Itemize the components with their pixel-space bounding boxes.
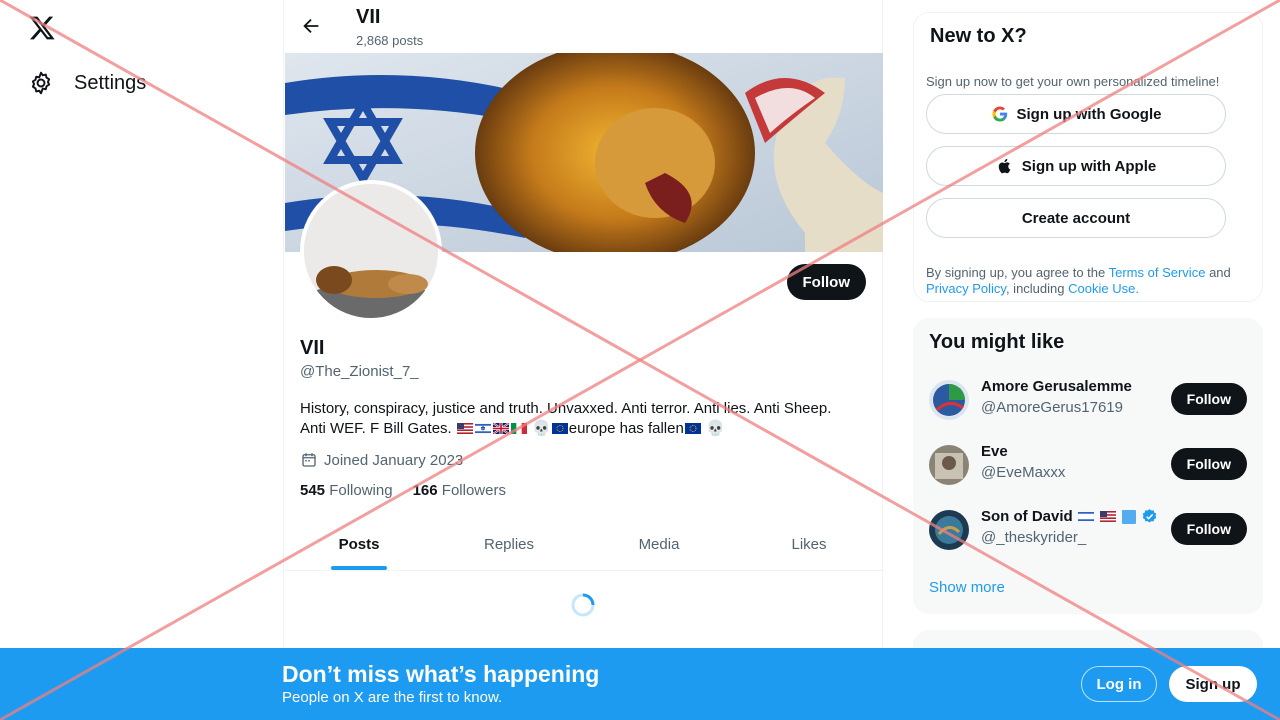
- profile-handle: @The_Zionist_7_: [300, 363, 419, 380]
- signup-legal-text: By signing up, you agree to the Terms of…: [926, 265, 1248, 297]
- user-handle: @EveMaxxx: [981, 464, 1066, 481]
- gear-icon: [31, 71, 51, 95]
- new-to-x-card: New to X? Sign up now to get your own pe…: [913, 12, 1263, 302]
- us-flag-icon: [1099, 511, 1116, 522]
- blue-square-icon: [1121, 509, 1136, 524]
- verified-badge-icon: [1142, 509, 1156, 523]
- loading-spinner-icon: [571, 593, 595, 617]
- suggested-user-row[interactable]: Amore Gerusalemme @AmoreGerus17619 Follo…: [929, 375, 1247, 425]
- us-flag-icon: [456, 423, 473, 434]
- bottom-bar-headline: Don’t miss what’s happening: [282, 661, 600, 687]
- cookie-link[interactable]: Cookie Use.: [1068, 281, 1139, 296]
- signup-google-button[interactable]: Sign up with Google: [926, 94, 1226, 134]
- user-name: Eve: [981, 443, 1008, 460]
- profile-display-name: VII: [300, 337, 325, 359]
- header-profile-name: VII: [356, 6, 381, 28]
- tab-replies[interactable]: Replies: [434, 518, 584, 570]
- avatar-image: [304, 184, 438, 318]
- followers-count: 166: [412, 482, 438, 499]
- google-icon: [991, 106, 1007, 122]
- bottom-bar-subline: People on X are the first to know.: [282, 689, 503, 706]
- joined-date: Joined January 2023: [300, 451, 463, 469]
- legal-including: , including: [1005, 281, 1065, 296]
- joined-text: Joined January 2023: [324, 451, 464, 469]
- settings-label: Settings: [74, 71, 147, 94]
- user-avatar: [929, 445, 969, 485]
- create-account-label: Create account: [1021, 209, 1131, 227]
- apple-label: Sign up with Apple: [1021, 157, 1157, 175]
- privacy-link[interactable]: Privacy Policy: [926, 281, 1006, 296]
- eu-flag-icon: [551, 423, 568, 434]
- user-avatar: [929, 510, 969, 550]
- terms-link[interactable]: Terms of Service: [1109, 265, 1206, 280]
- settings-nav-item[interactable]: Settings: [28, 66, 146, 100]
- eu-flag-icon: [684, 423, 701, 434]
- israel-flag-icon: [474, 423, 491, 434]
- back-arrow-icon[interactable]: [300, 15, 322, 37]
- profile-topbar: VII 2,868 posts: [284, 0, 884, 53]
- user-handle: @_theskyrider_: [981, 529, 1087, 546]
- followers-label: Followers: [441, 482, 506, 499]
- bio-line-2-start: Anti WEF. F Bill Gates.: [300, 420, 452, 437]
- you-might-like-card: You might like Amore Gerusalemme @AmoreG…: [913, 318, 1263, 614]
- follow-user-button[interactable]: Follow: [1170, 383, 1247, 415]
- calendar-icon: [302, 453, 316, 467]
- show-more-link[interactable]: Show more: [929, 579, 1005, 596]
- apple-icon: [998, 158, 1011, 174]
- user-name: Son of David: [981, 508, 1073, 525]
- user-name-with-badges: Son of David: [981, 508, 1158, 525]
- new-to-x-subtitle: Sign up now to get your own personalized…: [926, 74, 1220, 89]
- profile-bio: History, conspiracy, justice and truth. …: [300, 399, 870, 439]
- profile-column: VII 2,868 posts Follow VII @The_Zionist_…: [283, 0, 884, 720]
- user-avatar: [929, 380, 969, 420]
- x-logo-icon[interactable]: [28, 14, 56, 42]
- uk-flag-icon: [492, 423, 509, 434]
- google-label: Sign up with Google: [1016, 105, 1162, 123]
- you-might-like-title: You might like: [929, 331, 1065, 353]
- following-link[interactable]: 545 Following: [300, 482, 393, 499]
- bio-line-2-end: europe has fallen: [568, 420, 684, 437]
- signup-button[interactable]: Sign up: [1169, 666, 1257, 702]
- legal-and: and: [1209, 265, 1231, 280]
- signup-bottom-bar: Don’t miss what’s happening People on X …: [0, 648, 1280, 720]
- user-handle: @AmoreGerus17619: [981, 399, 1123, 416]
- italy-flag-icon: [510, 423, 527, 434]
- suggested-user-row[interactable]: Son of David @_theskyrider_ Follow: [929, 505, 1247, 555]
- follow-user-button[interactable]: Follow: [1170, 513, 1247, 545]
- suggested-user-row[interactable]: Eve @EveMaxxx Follow: [929, 440, 1247, 490]
- profile-tabs: Posts Replies Media Likes: [284, 518, 884, 571]
- tab-likes[interactable]: Likes: [734, 518, 884, 570]
- signup-apple-button[interactable]: Sign up with Apple: [926, 146, 1226, 186]
- user-name: Amore Gerusalemme: [981, 378, 1132, 395]
- skull-icon: 💀: [532, 420, 551, 437]
- skull-icon: 💀: [706, 420, 725, 437]
- login-button[interactable]: Log in: [1081, 666, 1157, 702]
- tab-media[interactable]: Media: [584, 518, 734, 570]
- following-label: Following: [329, 482, 393, 499]
- follow-user-button[interactable]: Follow: [1170, 448, 1247, 480]
- new-to-x-title: New to X?: [930, 25, 1027, 47]
- follow-button[interactable]: Follow: [786, 264, 866, 300]
- profile-avatar[interactable]: [300, 180, 442, 322]
- following-count: 545: [300, 482, 326, 499]
- post-count: 2,868 posts: [356, 33, 424, 48]
- create-account-button[interactable]: Create account: [926, 198, 1226, 238]
- followers-link[interactable]: 166 Followers: [413, 482, 506, 499]
- bio-line-1: History, conspiracy, justice and truth. …: [300, 400, 832, 417]
- legal-prefix: By signing up, you agree to the: [926, 265, 1106, 280]
- follow-stats: 545 Following 166 Followers: [300, 482, 506, 499]
- israel-flag-icon: [1077, 511, 1094, 522]
- tab-posts[interactable]: Posts: [284, 518, 434, 570]
